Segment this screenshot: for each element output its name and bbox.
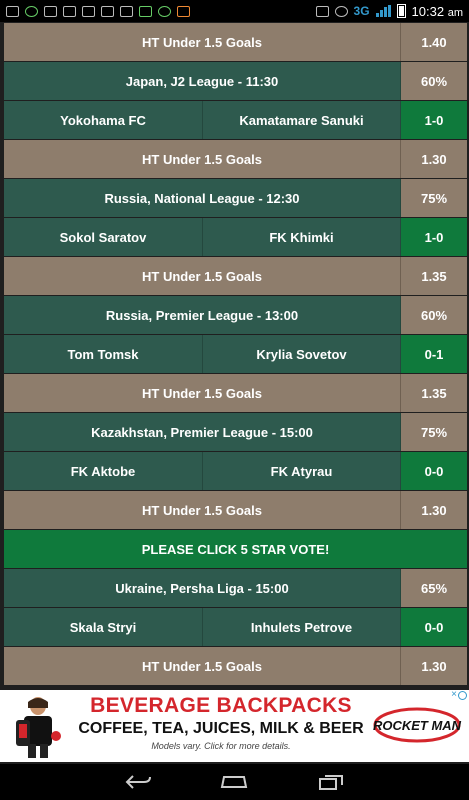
league-row[interactable]: Russia, Premier League - 13:00 60% <box>4 296 467 334</box>
league-label: Ukraine, Persha Liga - 15:00 <box>4 569 401 607</box>
download-icon <box>120 5 133 17</box>
tip-odd: 1.35 <box>401 257 467 295</box>
game-icon <box>177 5 190 17</box>
ad-person-image <box>16 697 61 758</box>
gallery-icon <box>44 5 57 17</box>
home-team: Skala Stryi <box>4 608 203 646</box>
match-score: 0-0 <box>401 608 467 646</box>
match-row[interactable]: Yokohama FC Kamatamare Sanuki 1-0 <box>4 101 467 139</box>
vote-promo-banner[interactable]: PLEASE CLICK 5 STAR VOTE! <box>4 530 467 568</box>
alert-icon <box>101 5 114 17</box>
sd-card-icon <box>139 5 152 17</box>
tip-label: HT Under 1.5 Goals <box>4 140 401 178</box>
league-row[interactable]: Russia, National League - 12:30 75% <box>4 179 467 217</box>
tip-row[interactable]: HT Under 1.5 Goals 1.30 <box>4 140 467 178</box>
recent-apps-icon[interactable] <box>317 774 345 790</box>
tip-odd: 1.30 <box>401 140 467 178</box>
tip-odd: 1.30 <box>401 491 467 529</box>
ad-close-icon[interactable]: × <box>451 690 457 700</box>
tip-label: HT Under 1.5 Goals <box>4 23 401 61</box>
status-bar: 3G 10:32 am <box>0 0 469 22</box>
whatsapp-icon <box>25 5 38 17</box>
match-row[interactable]: Skala Stryi Inhulets Petrove 0-0 <box>4 608 467 646</box>
back-icon[interactable] <box>124 774 152 790</box>
league-percentage: 75% <box>401 179 467 217</box>
alarm-icon <box>334 5 348 17</box>
home-team: FK Aktobe <box>4 452 203 490</box>
tip-label: HT Under 1.5 Goals <box>4 491 401 529</box>
away-team: Inhulets Petrove <box>203 608 401 646</box>
system-icons: 3G 10:32 am <box>315 4 463 19</box>
league-percentage: 65% <box>401 569 467 607</box>
tip-row[interactable]: HT Under 1.5 Goals 1.35 <box>4 257 467 295</box>
home-team: Tom Tomsk <box>4 335 203 373</box>
away-team: FK Khimki <box>203 218 401 256</box>
match-row[interactable]: Tom Tomsk Krylia Sovetov 0-1 <box>4 335 467 373</box>
signal-icon <box>375 5 391 17</box>
tip-odd: 1.30 <box>401 647 467 685</box>
league-percentage: 75% <box>401 413 467 451</box>
tip-row[interactable]: HT Under 1.5 Goals 1.30 <box>4 491 467 529</box>
tip-odd: 1.35 <box>401 374 467 412</box>
league-row[interactable]: Ukraine, Persha Liga - 15:00 65% <box>4 569 467 607</box>
ad-banner[interactable]: BEVERAGE BACKPACKS COFFEE, TEA, JUICES, … <box>0 690 469 762</box>
clock: 10:32 am <box>412 4 463 19</box>
away-team: Krylia Sovetov <box>203 335 401 373</box>
away-team: FK Atyrau <box>203 452 401 490</box>
ad-subtitle: COFFEE, TEA, JUICES, MILK & BEER <box>78 720 364 737</box>
tip-odd: 1.40 <box>401 23 467 61</box>
league-label: Japan, J2 League - 11:30 <box>4 62 401 100</box>
clock-time: 10:32 <box>411 3 445 19</box>
keyboard-icon <box>82 5 95 17</box>
away-team: Kamatamare Sanuki <box>203 101 401 139</box>
tip-row[interactable]: HT Under 1.5 Goals 1.30 <box>4 647 467 685</box>
league-label: Russia, National League - 12:30 <box>4 179 401 217</box>
home-team: Yokohama FC <box>4 101 203 139</box>
match-row[interactable]: FK Aktobe FK Atyrau 0-0 <box>4 452 467 490</box>
tip-label: HT Under 1.5 Goals <box>4 647 401 685</box>
messenger-icon <box>63 5 76 17</box>
navigation-bar <box>0 764 469 800</box>
league-percentage: 60% <box>401 296 467 334</box>
network-type: 3G <box>353 4 370 18</box>
league-row[interactable]: Japan, J2 League - 11:30 60% <box>4 62 467 100</box>
battery-icon <box>396 4 406 18</box>
ad-note: Models vary. Click for more details. <box>151 741 291 751</box>
league-label: Kazakhstan, Premier League - 15:00 <box>4 413 401 451</box>
notification-icons <box>6 5 190 17</box>
match-score: 1-0 <box>401 218 467 256</box>
match-score: 0-1 <box>401 335 467 373</box>
tip-row[interactable]: HT Under 1.5 Goals 1.40 <box>4 23 467 61</box>
home-icon[interactable] <box>220 774 248 790</box>
app-icon <box>158 5 171 17</box>
match-row[interactable]: Sokol Saratov FK Khimki 1-0 <box>4 218 467 256</box>
tip-row[interactable]: HT Under 1.5 Goals 1.35 <box>4 374 467 412</box>
home-team: Sokol Saratov <box>4 218 203 256</box>
adchoices-icon[interactable] <box>458 691 467 700</box>
tip-label: HT Under 1.5 Goals <box>4 374 401 412</box>
league-percentage: 60% <box>401 62 467 100</box>
ad-brand-text: ROCKET MAN <box>373 718 462 733</box>
league-label: Russia, Premier League - 13:00 <box>4 296 401 334</box>
rocketman-logo: ROCKET MAN <box>373 707 462 743</box>
tip-label: HT Under 1.5 Goals <box>4 257 401 295</box>
ad-title: BEVERAGE BACKPACKS <box>90 694 352 717</box>
league-row[interactable]: Kazakhstan, Premier League - 15:00 75% <box>4 413 467 451</box>
predictions-list[interactable]: HT Under 1.5 Goals 1.40 Japan, J2 League -… <box>0 22 469 690</box>
sms-icon <box>6 5 19 17</box>
phone-icon <box>315 5 329 17</box>
match-score: 0-0 <box>401 452 467 490</box>
clock-ampm: am <box>447 6 463 19</box>
match-score: 1-0 <box>401 101 467 139</box>
